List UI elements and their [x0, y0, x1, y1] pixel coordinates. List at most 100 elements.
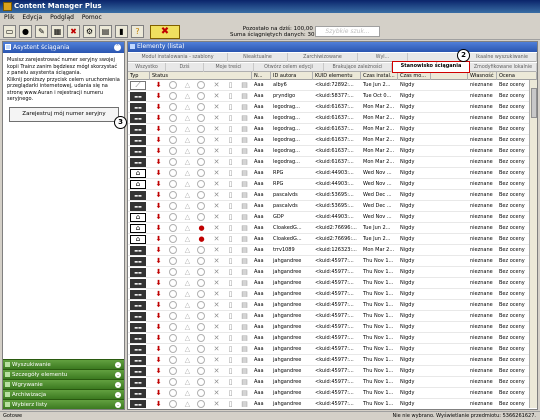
table-row[interactable]: ▬▬ ⬇ △ ✕ ▯ ▤ Aaa jahgandree <kuid:45977:... Thu N…: [128, 267, 529, 278]
table-row[interactable]: ⟋ ⬇ △ ✕ ▯ ▤ Aaa alby6 <kuid:72892:... Tue Jun 2..…: [128, 80, 529, 91]
tab-open-for-edit[interactable]: Otwórz celem edycji: [254, 63, 324, 72]
download-status-icon[interactable]: ⬇: [154, 103, 163, 112]
register-serial-button[interactable]: Zarejestruj mój numer seryjny: [9, 107, 119, 122]
download-status-icon[interactable]: ⬇: [154, 257, 163, 266]
col-author[interactable]: ID autora: [271, 72, 313, 80]
table-row[interactable]: ▬▬ ⬇ △ ✕ ▯ ▤ Aaa jahgandree <kuid:45977:... Thu N…: [128, 311, 529, 322]
table-row[interactable]: ▬▬ ⬇ △ ✕ ▯ ▤ Aaa legodrag... <kuid:61637:... Mon …: [128, 135, 529, 146]
expand-icon[interactable]: ⌄: [115, 402, 121, 408]
table-row[interactable]: ⌂ ⬇ △ ✕ ▯ ▤ Aaa RPG <kuid:44903:... Wed Nov ... Ni…: [128, 179, 529, 190]
section-archive[interactable]: Archiwizacja ⌄: [3, 389, 124, 399]
table-row[interactable]: ▬▬ ⬇ △ ✕ ▯ ▤ Aaa legodrag... <kuid:61637:... Mon …: [128, 102, 529, 113]
download-status-icon[interactable]: ⬇: [154, 378, 163, 387]
download-status-icon[interactable]: ⬇: [154, 224, 163, 233]
vertical-scrollbar[interactable]: [529, 80, 537, 408]
table-row[interactable]: ▬▬ ⬇ △ ✕ ▯ ▤ Aaa trrv1089 <kuid:126323:... Mon Ma…: [128, 245, 529, 256]
table-row[interactable]: ⌂ ⬇ △ ● ✕ ▯ ▤ Aaa CloakedG... <kuid2:76696:... Tue…: [128, 223, 529, 234]
download-status-icon[interactable]: ⬇: [154, 158, 163, 167]
table-row[interactable]: ⌂ ⬇ △ ● ✕ ▯ ▤ Aaa CloakedG... <kuid2:76696:... Tue…: [128, 234, 529, 245]
section-lists[interactable]: Wybierz listy ⌄: [3, 399, 124, 409]
download-status-icon[interactable]: ⬇: [154, 279, 163, 288]
settings-icon[interactable]: ●: [19, 25, 32, 38]
tab-download-station[interactable]: Stanowisko ściągania: [392, 61, 470, 73]
download-status-icon[interactable]: ⬇: [154, 147, 163, 156]
table-row[interactable]: ▬▬ ⬇ △ ✕ ▯ ▤ Aaa jahgandree <kuid:45977:... Thu N…: [128, 289, 529, 300]
tab-local-search[interactable]: Ikaalne wyszukiwanie: [468, 53, 537, 62]
expand-icon[interactable]: ⌄: [115, 392, 121, 398]
help-icon[interactable]: ?: [131, 25, 144, 38]
tab-missing-deps[interactable]: Brakujące zależności: [324, 63, 392, 72]
menu-file[interactable]: Plik: [4, 14, 14, 21]
table-row[interactable]: ▬▬ ⬇ △ ✕ ▯ ▤ Aaa jahgandree <kuid:45977:... Thu N…: [128, 322, 529, 333]
download-status-icon[interactable]: ⬇: [154, 246, 163, 255]
download-status-icon[interactable]: ⬇: [154, 81, 163, 90]
table-row[interactable]: ▬▬ ⬇ △ ✕ ▯ ▤ Aaa jahgandree <kuid:45977:... Thu N…: [128, 366, 529, 377]
download-status-icon[interactable]: ⬇: [154, 367, 163, 376]
download-status-icon[interactable]: ⬇: [154, 169, 163, 178]
table-row[interactable]: ▬▬ ⬇ △ ✕ ▯ ▤ Aaa pascalvds <kuid:53695:... Wed De…: [128, 201, 529, 212]
scrollbar-thumb[interactable]: [531, 88, 537, 118]
download-status-icon[interactable]: ⬇: [154, 268, 163, 277]
expand-icon[interactable]: ⌄: [115, 362, 121, 368]
download-status-icon[interactable]: ⬇: [154, 202, 163, 211]
table-row[interactable]: ▬▬ ⬇ △ ✕ ▯ ▤ Aaa jahgandree <kuid:45977:... Thu N…: [128, 300, 529, 311]
tab-install-templates[interactable]: Moduł instalowania - szablony: [128, 53, 228, 62]
col-install-time[interactable]: Czas instal...: [361, 72, 398, 80]
download-status-icon[interactable]: ⬇: [154, 235, 163, 244]
download-status-icon[interactable]: ⬇: [154, 290, 163, 299]
tab-archived[interactable]: Zarchiwizowane: [288, 53, 358, 62]
table-row[interactable]: ▬▬ ⬇ △ ✕ ▯ ▤ Aaa legodrag... <kuid:61637:... Mon …: [128, 157, 529, 168]
table-row[interactable]: ▬▬ ⬇ △ ✕ ▯ ▤ Aaa jahgandree <kuid:45977:... Thu N…: [128, 377, 529, 388]
download-status-icon[interactable]: ⬇: [154, 191, 163, 200]
collapse-icon[interactable]: ⌃: [114, 44, 121, 51]
new-icon[interactable]: ▭: [3, 25, 16, 38]
table-row[interactable]: ⌂ ⬇ △ ✕ ▯ ▤ Aaa GDP <kuid:44903:... Wed Nov ... Ni…: [128, 212, 529, 223]
edit-icon[interactable]: ✎: [35, 25, 48, 38]
col-rating[interactable]: Ocena: [497, 72, 537, 80]
table-row[interactable]: ▬▬ ⬇ △ ✕ ▯ ▤ Aaa jahgandree <kuid:45977:... Thu N…: [128, 344, 529, 355]
download-station-icon[interactable]: ✖: [150, 25, 180, 39]
download-status-icon[interactable]: ⬇: [154, 400, 163, 408]
download-status-icon[interactable]: ⬇: [154, 323, 163, 332]
table-row[interactable]: ⌂ ⬇ △ ✕ ▯ ▤ Aaa RPG <kuid:44903:... Wed Nov ... Ni…: [128, 168, 529, 179]
lock-icon[interactable]: ▮: [115, 25, 128, 38]
col-kuid[interactable]: KUID elementu: [313, 72, 361, 80]
download-status-icon[interactable]: ⬇: [154, 389, 163, 398]
download-status-icon[interactable]: ⬇: [154, 356, 163, 365]
expand-icon[interactable]: ⌄: [115, 372, 121, 378]
download-status-icon[interactable]: ⬇: [154, 301, 163, 310]
table-row[interactable]: ▬▬ ⬇ △ ✕ ▯ ▤ Aaa jahgandree <kuid:45977:... Thu N…: [128, 256, 529, 267]
col-ownership[interactable]: Własność: [468, 72, 497, 80]
table-row[interactable]: ▬▬ ⬇ △ ✕ ▯ ▤ Aaa jahgandree <kuid:45977:... Thu N…: [128, 355, 529, 366]
section-search[interactable]: Wyszukiwanie ⌄: [3, 359, 124, 369]
download-status-icon[interactable]: ⬇: [154, 114, 163, 123]
menu-help[interactable]: Pomoc: [82, 14, 102, 21]
download-status-icon[interactable]: ⬇: [154, 136, 163, 145]
download-status-icon[interactable]: ⬇: [154, 180, 163, 189]
tab-outdated[interactable]: Nieaktualne: [228, 53, 288, 62]
col-name[interactable]: N...: [252, 72, 271, 80]
col-status[interactable]: Status: [150, 72, 252, 80]
delete-icon[interactable]: ✖: [67, 25, 80, 38]
tab-locally-modified[interactable]: Zmodyfikowane lokalnie: [470, 63, 537, 72]
download-assistant-header[interactable]: Asystent ściągania ⌃: [3, 42, 124, 53]
table-row[interactable]: ▬▬ ⬇ △ ✕ ▯ ▤ Aaa pryndigo <kuid:58377:... Tue Oct…: [128, 91, 529, 102]
table-row[interactable]: ▬▬ ⬇ △ ✕ ▯ ▤ Aaa legodrag... <kuid:61637:... Mon …: [128, 146, 529, 157]
expand-icon[interactable]: ⌄: [115, 382, 121, 388]
view-icon[interactable]: ▤: [99, 25, 112, 38]
table-row[interactable]: ▬▬ ⬇ △ ✕ ▯ ▤ Aaa legodrag... <kuid:61637:... Mon …: [128, 124, 529, 135]
download-status-icon[interactable]: ⬇: [154, 125, 163, 134]
col-mod-time[interactable]: Czas mo...: [398, 72, 431, 80]
menu-view[interactable]: Podgląd: [50, 14, 74, 21]
table-row[interactable]: ▬▬ ⬇ △ ✕ ▯ ▤ Aaa jahgandree <kuid:45977:... Thu N…: [128, 333, 529, 344]
tab-my-content[interactable]: Moje treści: [204, 63, 254, 72]
download-status-icon[interactable]: ⬇: [154, 334, 163, 343]
table-row[interactable]: ▬▬ ⬇ △ ✕ ▯ ▤ Aaa jahgandree <kuid:45977:... Thu N…: [128, 399, 529, 408]
open-icon[interactable]: ▦: [51, 25, 64, 38]
gear-icon[interactable]: ⚙: [83, 25, 96, 38]
table-row[interactable]: ▬▬ ⬇ △ ✕ ▯ ▤ Aaa pascalvds <kuid:53695:... Wed De…: [128, 190, 529, 201]
tab-all[interactable]: Wszystko: [128, 63, 166, 72]
table-row[interactable]: ▬▬ ⬇ △ ✕ ▯ ▤ Aaa legodrag... <kuid:61637:... Mon …: [128, 113, 529, 124]
section-details[interactable]: Szczegóły elementu ⌄: [3, 369, 124, 379]
section-upload[interactable]: Wgrywanie ⌄: [3, 379, 124, 389]
